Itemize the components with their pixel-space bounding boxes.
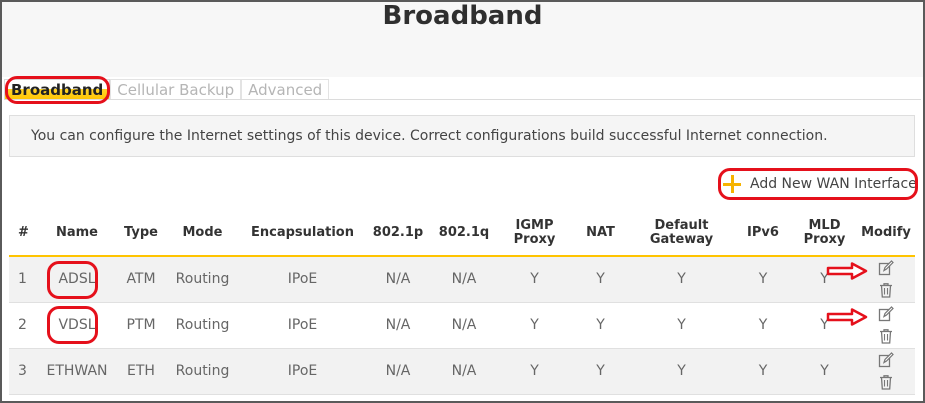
add-wan-interface-button[interactable]: Add New WAN Interface [721, 171, 917, 197]
cell-default-gateway: Y [629, 256, 734, 303]
column-header-encapsulation: Encapsulation [240, 211, 365, 257]
cell-num: 2 [9, 302, 37, 349]
column-header-num: # [9, 211, 37, 257]
trash-icon[interactable] [878, 374, 894, 390]
trash-icon[interactable] [878, 328, 894, 344]
cell-encapsulation: IPoE [240, 302, 365, 349]
cell-encapsulation: IPoE [240, 256, 365, 303]
tab-cellular-backup[interactable]: Cellular Backup [110, 79, 242, 100]
tab-divider [4, 99, 921, 100]
column-header-igmp-proxy: IGMP Proxy [497, 211, 572, 257]
column-header-ipv6: IPv6 [734, 211, 792, 257]
table-row: 2 VDSL PTM Routing IPoE N/A N/A Y Y Y Y … [9, 302, 915, 349]
cell-nat: Y [572, 348, 629, 395]
column-header-8021p: 802.1p [365, 211, 431, 257]
cell-8021q: N/A [431, 348, 497, 395]
cell-modify [857, 256, 915, 303]
cell-nat: Y [572, 302, 629, 349]
page-title: Broadband [382, 1, 543, 31]
column-header-default-gateway: Default Gateway [629, 211, 734, 257]
table-header-row: # Name Type Mode Encapsulation 802.1p 80… [9, 211, 915, 257]
cell-name: VDSL [37, 302, 117, 349]
cell-mld-proxy: Y [792, 302, 857, 349]
table-row: 1 ADSL ATM Routing IPoE N/A N/A Y Y Y Y … [9, 256, 915, 303]
cell-mode: Routing [165, 302, 240, 349]
cell-type: ATM [117, 256, 165, 303]
cell-mode: Routing [165, 256, 240, 303]
edit-icon[interactable] [878, 352, 894, 368]
cell-ipv6: Y [734, 256, 792, 303]
cell-igmp-proxy: Y [497, 348, 572, 395]
table-row: 3 ETHWAN ETH Routing IPoE N/A N/A Y Y Y … [9, 348, 915, 395]
edit-icon[interactable] [878, 306, 894, 322]
tab-bar: Broadband Cellular Backup Advanced [4, 78, 330, 100]
column-header-type: Type [117, 211, 165, 257]
column-header-8021q: 802.1q [431, 211, 497, 257]
cell-8021p: N/A [365, 302, 431, 349]
tab-advanced[interactable]: Advanced [241, 79, 330, 100]
cell-8021p: N/A [365, 348, 431, 395]
plus-icon [721, 173, 743, 195]
cell-mode: Routing [165, 348, 240, 395]
cell-name: ADSL [37, 256, 117, 303]
cell-ipv6: Y [734, 302, 792, 349]
cell-modify [857, 348, 915, 395]
column-header-name: Name [37, 211, 117, 257]
cell-igmp-proxy: Y [497, 302, 572, 349]
cell-type: PTM [117, 302, 165, 349]
cell-name: ETHWAN [37, 348, 117, 395]
column-header-nat: NAT [572, 211, 629, 257]
cell-8021q: N/A [431, 302, 497, 349]
cell-8021q: N/A [431, 256, 497, 303]
tab-broadband[interactable]: Broadband [4, 79, 111, 100]
info-message: You can configure the Internet settings … [9, 115, 915, 157]
cell-num: 3 [9, 348, 37, 395]
add-wan-interface-label: Add New WAN Interface [750, 176, 917, 192]
cell-igmp-proxy: Y [497, 256, 572, 303]
cell-mld-proxy: Y [792, 256, 857, 303]
cell-8021p: N/A [365, 256, 431, 303]
cell-modify [857, 302, 915, 349]
column-header-mld-proxy: MLD Proxy [792, 211, 857, 257]
cell-mld-proxy: Y [792, 348, 857, 395]
edit-icon[interactable] [878, 260, 894, 276]
wan-interface-table: # Name Type Mode Encapsulation 802.1p 80… [9, 211, 915, 395]
column-header-mode: Mode [165, 211, 240, 257]
cell-encapsulation: IPoE [240, 348, 365, 395]
cell-default-gateway: Y [629, 348, 734, 395]
cell-default-gateway: Y [629, 302, 734, 349]
cell-ipv6: Y [734, 348, 792, 395]
trash-icon[interactable] [878, 282, 894, 298]
column-header-modify: Modify [857, 211, 915, 257]
cell-num: 1 [9, 256, 37, 303]
cell-nat: Y [572, 256, 629, 303]
cell-type: ETH [117, 348, 165, 395]
